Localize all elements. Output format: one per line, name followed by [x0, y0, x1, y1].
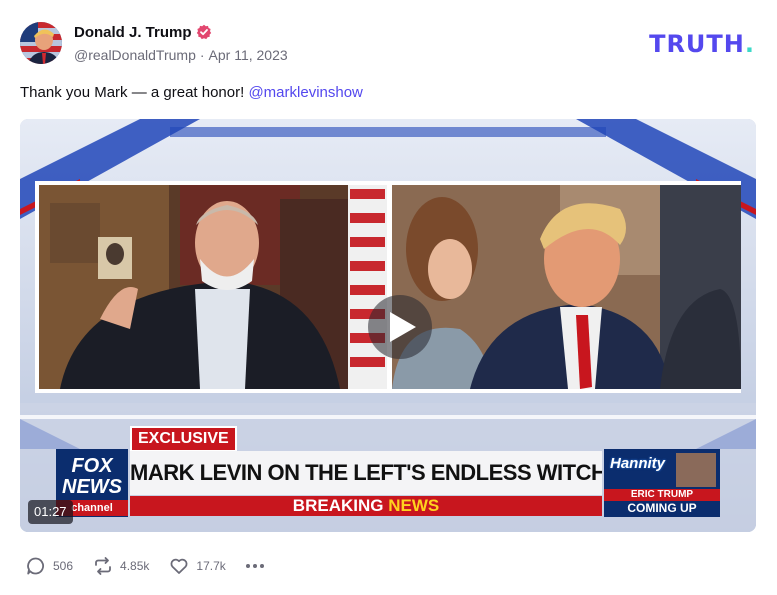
avatar[interactable]	[20, 22, 62, 64]
verified-badge-icon	[196, 24, 212, 40]
more-dot	[245, 564, 250, 568]
play-button[interactable]	[368, 295, 432, 359]
mention-link[interactable]: @marklevinshow	[248, 84, 362, 101]
retruth-button[interactable]: 4.85k	[93, 556, 149, 576]
play-icon	[390, 312, 416, 342]
video-player[interactable]: EXCLUSIVE FOX NEWS channel MARK LEVIN ON…	[20, 119, 756, 532]
truth-logo[interactable]: TRUTH.	[649, 30, 755, 58]
promo-box: Hannity ERIC TRUMP COMING UP	[604, 449, 720, 517]
promo-guest: ERIC TRUMP	[604, 489, 720, 501]
retruth-count: 4.85k	[120, 559, 150, 573]
action-bar: 506 4.85k 17.7k	[26, 556, 284, 576]
author-block: Donald J. Trump @realDonaldTrump · Apr 1…	[74, 22, 288, 64]
post-card: Donald J. Trump @realDonaldTrump · Apr 1…	[0, 0, 777, 595]
more-icon[interactable]	[245, 564, 264, 568]
video-duration: 01:27	[28, 500, 73, 524]
reply-icon	[27, 557, 44, 575]
more-dot	[252, 564, 257, 568]
chyron-breaking: BREAKING NEWS	[130, 496, 602, 516]
author-name[interactable]: Donald J. Trump	[74, 24, 192, 41]
breaking-word: BREAKING	[292, 496, 384, 515]
post-date[interactable]: Apr 11, 2023	[209, 47, 288, 63]
promo-status: COMING UP	[627, 501, 697, 515]
author-meta: @realDonaldTrump · Apr 11, 2023	[74, 47, 288, 63]
more-dot	[259, 564, 264, 568]
reply-button[interactable]: 506	[26, 556, 73, 576]
reply-count: 506	[53, 559, 74, 573]
network-line-1: FOX	[71, 455, 113, 477]
logo-dot: .	[744, 30, 755, 58]
promo-show: Hannity	[610, 455, 666, 472]
logo-text: TRUTH	[649, 30, 745, 58]
news-word: NEWS	[388, 496, 440, 515]
avatar-image	[20, 22, 62, 64]
network-line-2: NEWS	[62, 476, 122, 498]
promo-guest-photo	[676, 453, 716, 487]
chyron-headline: MARK LEVIN ON THE LEFT'S ENDLESS WITCH H…	[130, 451, 602, 495]
post-body: Thank you Mark — a great honor!	[20, 84, 249, 101]
chyron-tag: EXCLUSIVE	[130, 426, 237, 452]
meta-separator: ·	[199, 47, 205, 63]
retruth-icon	[95, 557, 111, 575]
like-icon	[170, 558, 188, 574]
like-count: 17.7k	[196, 559, 226, 573]
author-handle[interactable]: @realDonaldTrump	[74, 47, 196, 63]
like-button[interactable]: 17.7k	[169, 556, 226, 576]
post-text: Thank you Mark — a great honor! @marklev…	[20, 84, 363, 101]
